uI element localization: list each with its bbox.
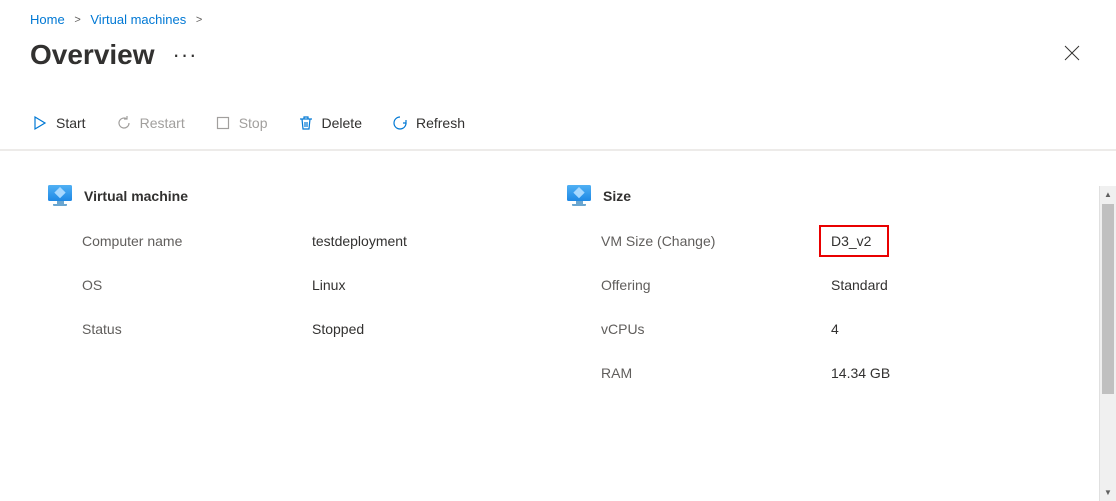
close-icon (1064, 45, 1080, 61)
vcpus-label: vCPUs (601, 321, 831, 337)
ram-label: RAM (601, 365, 831, 381)
size-section-title: Size (603, 188, 631, 204)
breadcrumb: Home > Virtual machines > (0, 0, 1116, 31)
vm-size-label: VM Size (Change) (601, 233, 831, 249)
breadcrumb-home[interactable]: Home (30, 12, 65, 27)
refresh-button[interactable]: Refresh (390, 111, 467, 135)
ram-row: RAM 14.34 GB (601, 365, 1086, 381)
start-button-label: Start (56, 115, 86, 131)
scroll-down-icon[interactable]: ▼ (1100, 484, 1116, 501)
os-label: OS (82, 277, 312, 293)
vcpus-row: vCPUs 4 (601, 321, 1086, 337)
virtual-machine-section: Virtual machine Computer name testdeploy… (48, 185, 567, 409)
offering-label: Offering (601, 277, 831, 293)
status-label: Status (82, 321, 312, 337)
refresh-button-label: Refresh (416, 115, 465, 131)
change-size-link[interactable]: Change (662, 233, 711, 249)
more-actions-button[interactable]: ··· (173, 44, 198, 66)
close-button[interactable] (1058, 39, 1086, 71)
breadcrumb-virtual-machines[interactable]: Virtual machines (90, 12, 186, 27)
computer-name-label: Computer name (82, 233, 312, 249)
stop-button-label: Stop (239, 115, 268, 131)
chevron-right-icon: > (196, 14, 202, 26)
stop-button: Stop (213, 111, 270, 135)
vm-section-title: Virtual machine (84, 188, 188, 204)
chevron-right-icon: > (74, 14, 80, 26)
refresh-icon (392, 115, 408, 131)
delete-button-label: Delete (322, 115, 362, 131)
vertical-scrollbar[interactable]: ▲ ▼ (1099, 186, 1116, 501)
os-row: OS Linux (82, 277, 567, 293)
vcpus-value: 4 (831, 321, 839, 337)
scrollbar-thumb[interactable] (1102, 204, 1114, 394)
computer-name-row: Computer name testdeployment (82, 233, 567, 249)
status-row: Status Stopped (82, 321, 567, 337)
computer-name-value: testdeployment (312, 233, 407, 249)
offering-row: Offering Standard (601, 277, 1086, 293)
vm-size-row: VM Size (Change) D3_v2 (601, 233, 1086, 249)
scroll-up-icon[interactable]: ▲ (1100, 186, 1116, 203)
trash-icon (298, 115, 314, 131)
page-title: Overview (30, 39, 155, 71)
start-button[interactable]: Start (30, 111, 88, 135)
stop-icon (215, 115, 231, 131)
restart-button-label: Restart (140, 115, 185, 131)
ram-value: 14.34 GB (831, 365, 890, 381)
size-section: Size VM Size (Change) D3_v2 Offering Sta… (567, 185, 1086, 409)
vm-monitor-icon (567, 185, 591, 207)
restart-button: Restart (114, 111, 187, 135)
status-value: Stopped (312, 321, 364, 337)
offering-value: Standard (831, 277, 888, 293)
os-value: Linux (312, 277, 345, 293)
vm-size-value: D3_v2 (831, 233, 871, 249)
vm-size-highlight: D3_v2 (819, 225, 889, 257)
restart-icon (116, 115, 132, 131)
play-icon (32, 115, 48, 131)
vm-monitor-icon (48, 185, 72, 207)
toolbar: Start Restart Stop (0, 99, 1116, 151)
delete-button[interactable]: Delete (296, 111, 364, 135)
